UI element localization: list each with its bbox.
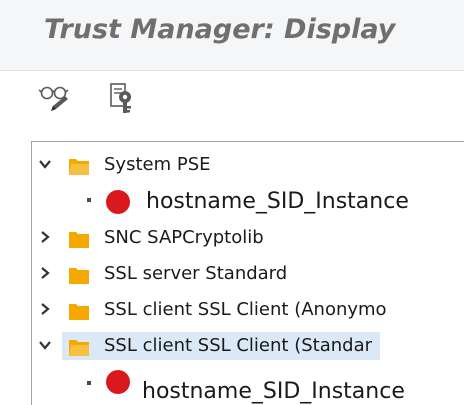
tree-node-system-pse[interactable]: System PSE xyxy=(32,149,464,182)
folder-icon xyxy=(69,268,89,284)
tree-node-ssl-client-anonymous[interactable]: SSL client SSL Client (Anonymo xyxy=(32,294,464,327)
folder-open-icon xyxy=(69,159,89,175)
folder-icon xyxy=(69,232,89,248)
chevron-down-icon[interactable] xyxy=(38,338,52,352)
tree-node-label: SSL client SSL Client (Standar xyxy=(62,332,380,360)
tree-node-ssl-client-standard[interactable]: SSL client SSL Client (Standar xyxy=(32,330,464,363)
page-title: Trust Manager: Display xyxy=(44,14,396,45)
tree-node-ssl-server-standard[interactable]: SSL server Standard xyxy=(32,258,464,291)
trust-manager-window: Trust Manager: Display System PSE hostna… xyxy=(0,0,464,405)
folder-icon xyxy=(69,304,89,320)
tree-bullet xyxy=(87,198,91,202)
status-red-icon xyxy=(106,370,130,394)
tree-node-pse-entry[interactable]: hostname_SID_Instance xyxy=(32,366,464,405)
title-bar: Trust Manager: Display xyxy=(0,0,464,71)
tree-node-snc-sapcryptolib[interactable]: SNC SAPCryptolib xyxy=(32,222,464,255)
chevron-down-icon[interactable] xyxy=(38,157,52,171)
chevron-right-icon[interactable] xyxy=(38,266,52,280)
tree-node-pse-entry[interactable]: hostname_SID_Instance xyxy=(32,183,464,219)
toolbar xyxy=(0,71,464,131)
status-red-icon xyxy=(106,190,130,214)
chevron-right-icon[interactable] xyxy=(38,302,52,316)
tree-node-label: System PSE xyxy=(104,154,211,175)
key-certificate-icon xyxy=(106,81,140,119)
tree-node-label: SSL server Standard xyxy=(104,263,288,284)
certificate-key-button[interactable] xyxy=(106,83,140,117)
tree-node-label: hostname_SID_Instance xyxy=(146,189,409,214)
pse-tree: System PSE hostname_SID_Instance SNC SAP… xyxy=(31,141,464,405)
folder-open-icon xyxy=(69,340,89,356)
tree-node-label: SNC SAPCryptolib xyxy=(104,227,264,248)
tree-node-label: hostname_SID_Instance xyxy=(142,379,405,404)
tree-bullet xyxy=(87,381,91,385)
tree-node-label: SSL client SSL Client (Anonymo xyxy=(104,299,387,320)
display-change-button[interactable] xyxy=(38,83,72,117)
glasses-pencil-icon xyxy=(38,81,72,119)
chevron-right-icon[interactable] xyxy=(38,230,52,244)
